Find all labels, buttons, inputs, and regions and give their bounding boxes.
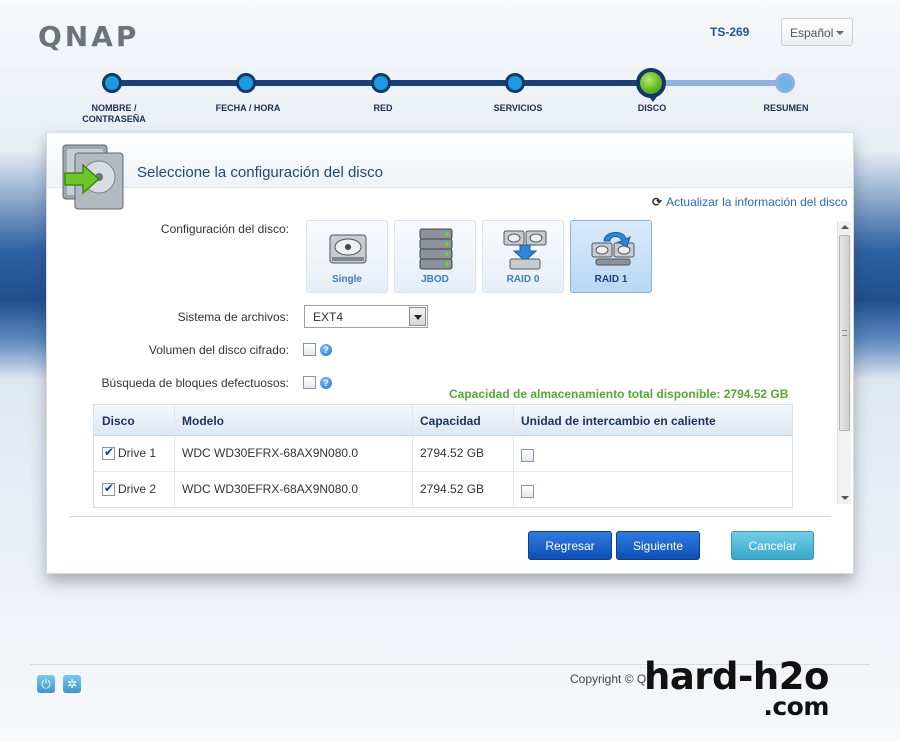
drive-capacity: 2794.52 GB [420,446,485,460]
disk-option-single[interactable]: Single [306,220,388,293]
disk-option-label: Single [331,274,362,285]
filesystem-label: Sistema de archivos: [177,310,289,324]
filesystem-value: EXT4 [313,310,344,324]
table-row: Drive 2 WDC WD30EFRX-68AX9N080.0 2794.52… [94,472,792,507]
disk-option-label: JBOD [421,274,449,285]
back-button[interactable]: Regresar [528,531,612,560]
capacity-available-text: Capacidad de almacenamiento total dispon… [449,387,789,401]
drive-checkbox[interactable] [102,445,115,460]
panel-header: Seleccione la configuración del disco [47,133,853,210]
step-node-disco [636,68,666,102]
language-select[interactable]: Español [781,18,853,46]
step-node-servicios [505,73,525,93]
step-node-red [371,73,391,93]
help-icon[interactable]: ? [320,377,332,389]
drive-model: WDC WD30EFRX-68AX9N080.0 [182,446,359,460]
badblock-scan-checkbox[interactable] [303,376,316,389]
panel-divider [69,516,831,517]
refresh-disk-link[interactable]: ⟳ Actualizar la información del disco [652,195,847,209]
scroll-thumb[interactable] [839,235,850,431]
filesystem-select[interactable]: EXT4 [304,305,428,328]
scroll-up-icon[interactable] [841,225,849,229]
column-divider [174,405,175,507]
column-divider [513,405,514,507]
encrypted-volume-checkbox[interactable] [303,343,316,356]
column-header-hot-spare: Unidad de intercambio en caliente [521,414,716,428]
watermark-logo: hard-h2o .com [644,658,829,720]
drive-capacity: 2794.52 GB [420,482,485,496]
wizard-steps: NOMBRE / CONTRASEÑA FECHA / HORA RED SER… [0,66,900,126]
power-icon[interactable]: ⏻ [37,675,55,693]
disk-option-label: RAID 0 [506,274,540,285]
qnap-logo: QNAP [38,20,140,53]
disk-option-raid0[interactable]: RAID 0 [482,220,564,293]
language-value: Español [790,26,834,40]
step-track-pending [652,80,786,86]
drive-name: Drive 2 [118,482,157,496]
table-header: Disco Modelo Capacidad Unidad de interca… [94,405,792,436]
drive-model: WDC WD30EFRX-68AX9N080.0 [182,482,359,496]
table-row: Drive 1 WDC WD30EFRX-68AX9N080.0 2794.52… [94,436,792,472]
step-label-resumen: RESUMEN [763,103,809,113]
refresh-icon: ⟳ [652,195,663,209]
scroll-down-icon[interactable] [841,496,849,500]
disk-config-label: Configuración del disco: [160,222,289,236]
single-disk-icon [329,234,367,264]
hdd-config-icon [62,144,124,210]
cancel-button[interactable]: Cancelar [731,531,814,560]
dropdown-arrow-icon [409,307,426,326]
model-name: TS-269 [710,25,750,39]
column-header-capacity: Capacidad [420,414,481,428]
raid0-icon [503,230,547,270]
step-label-disco: DISCO [637,103,667,113]
drive-checkbox[interactable] [102,481,115,496]
encrypted-volume-label: Volumen del disco cifrado: [148,343,289,357]
refresh-disk-label: Actualizar la información del disco [666,195,848,209]
step-node-resumen [775,73,795,93]
hot-spare-checkbox[interactable] [521,449,534,462]
chevron-down-icon [836,31,844,35]
settings-icon[interactable]: ✲ [63,675,81,693]
panel-title: Seleccione la configuración del disco [137,164,383,181]
disk-table: Disco Modelo Capacidad Unidad de interca… [93,404,793,508]
step-label-nombre: NOMBRE / CONTRASEÑA [82,103,146,124]
help-icon[interactable]: ? [320,344,332,356]
raid1-icon [591,232,635,266]
badblock-scan-label: Búsqueda de bloques defectuosos: [101,376,289,390]
next-button[interactable]: Siguiente [616,531,700,560]
column-header-disk: Disco [102,414,135,428]
disk-option-raid1[interactable]: RAID 1 [570,220,652,293]
column-divider [412,405,413,507]
step-label-fecha: FECHA / HORA [215,103,281,113]
step-node-nombre [102,73,122,93]
panel-scrollbar[interactable] [837,221,851,504]
step-label-red: RED [373,103,393,113]
disk-option-label: RAID 1 [594,274,628,285]
step-label-servicios: SERVICIOS [493,103,543,113]
drive-name: Drive 1 [118,446,157,460]
disk-option-jbod[interactable]: JBOD [394,220,476,293]
jbod-icon [419,228,453,270]
column-header-model: Modelo [182,414,224,428]
copyright-text: Copyright © Q [570,672,647,686]
hot-spare-checkbox[interactable] [521,485,534,498]
step-node-fecha [236,73,256,93]
disk-config-panel: Seleccione la configuración del disco ⟳ A… [46,132,854,574]
